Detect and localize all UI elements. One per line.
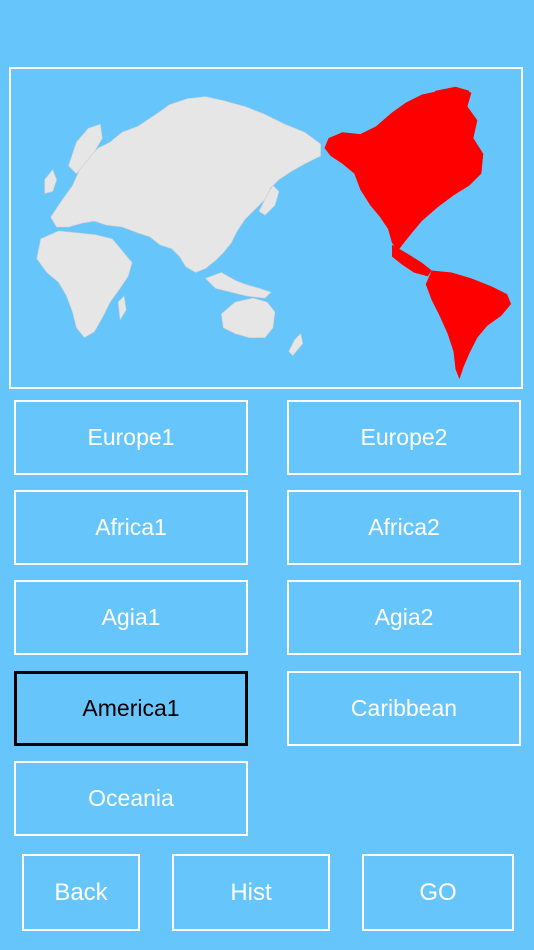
go-button-label: GO [419, 878, 457, 906]
region-button-label: Europe1 [87, 424, 175, 450]
go-button[interactable]: GO [362, 854, 514, 931]
region-button-oceania[interactable]: Oceania [14, 761, 248, 836]
map-north-america [324, 88, 484, 251]
region-button-label: Agia2 [374, 604, 434, 630]
region-button-label: Africa1 [95, 514, 167, 540]
world-map [9, 67, 523, 389]
region-button-label: Africa2 [368, 514, 440, 540]
region-button-agia2[interactable]: Agia2 [287, 580, 521, 655]
map-britain [44, 169, 57, 194]
region-button-label: Caribbean [350, 695, 458, 721]
region-button-africa2[interactable]: Africa2 [287, 490, 521, 565]
map-central-america [392, 244, 432, 277]
map-southeast-asia [204, 272, 272, 299]
region-button-label: America1 [82, 695, 180, 721]
region-button-caribbean[interactable]: Caribbean [287, 671, 521, 746]
region-button-label: Europe2 [360, 424, 448, 450]
back-button[interactable]: Back [22, 854, 140, 931]
region-button-agia1[interactable]: Agia1 [14, 580, 248, 655]
map-africa [36, 230, 133, 339]
map-madagascar [117, 295, 127, 321]
region-button-europe2[interactable]: Europe2 [287, 400, 521, 475]
hist-button[interactable]: Hist [172, 854, 330, 931]
region-button-label: Oceania [88, 785, 174, 811]
map-new-zealand [288, 333, 304, 356]
world-map-graphic [36, 86, 512, 380]
map-south-america [425, 270, 512, 380]
hist-button-label: Hist [230, 878, 272, 906]
region-button-america1[interactable]: America1 [14, 671, 248, 746]
back-button-label: Back [54, 878, 108, 906]
region-button-africa1[interactable]: Africa1 [14, 490, 248, 565]
region-button-label: Agia1 [101, 604, 161, 630]
region-button-europe1[interactable]: Europe1 [14, 400, 248, 475]
map-australia [221, 297, 276, 338]
